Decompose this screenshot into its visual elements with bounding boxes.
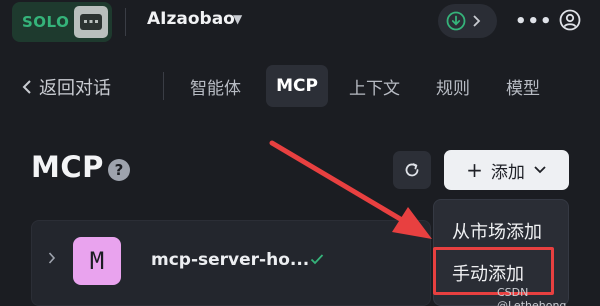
checkmark-icon bbox=[310, 251, 324, 269]
back-to-chat[interactable]: 返回对话 bbox=[21, 74, 111, 100]
page-title: MCP bbox=[31, 150, 104, 184]
chevron-right-icon[interactable] bbox=[48, 251, 56, 269]
refresh-icon bbox=[405, 163, 419, 177]
download-circle-icon bbox=[446, 11, 466, 31]
help-icon[interactable]: ? bbox=[108, 159, 130, 181]
solo-label: SOLO bbox=[22, 13, 70, 31]
more-horizontal-icon[interactable]: ••• bbox=[515, 11, 553, 32]
refresh-button[interactable] bbox=[393, 151, 431, 189]
robot-chat-icon bbox=[74, 6, 108, 38]
solo-badge[interactable]: SOLO bbox=[12, 2, 112, 42]
plus-icon: + bbox=[466, 158, 483, 182]
server-name: mcp-server-ho... bbox=[151, 250, 310, 270]
topbar-divider bbox=[125, 8, 126, 36]
menu-item-add-from-market[interactable]: 从市场添加 bbox=[452, 218, 542, 244]
nav-divider bbox=[163, 72, 164, 100]
chevron-right-icon bbox=[473, 15, 481, 27]
add-label: 添加 bbox=[490, 162, 525, 183]
back-label: 返回对话 bbox=[39, 78, 111, 99]
tab-mcp[interactable]: MCP bbox=[266, 65, 328, 107]
watermark: CSDN @Lethehong bbox=[497, 286, 567, 306]
tab-context[interactable]: 上下文 bbox=[349, 65, 400, 107]
add-button[interactable]: + 添加 bbox=[444, 150, 569, 190]
chevron-left-icon bbox=[22, 80, 31, 94]
tab-models[interactable]: 模型 bbox=[506, 65, 540, 107]
server-avatar: M bbox=[73, 237, 121, 285]
workspace-name[interactable]: AIzaobao bbox=[147, 9, 235, 29]
tab-agents[interactable]: 智能体 bbox=[190, 65, 241, 107]
chevron-down-icon[interactable]: ▼ bbox=[233, 12, 242, 26]
user-circle-icon[interactable] bbox=[559, 9, 581, 35]
chevron-down-icon bbox=[534, 166, 546, 174]
download-button[interactable] bbox=[438, 4, 497, 38]
tab-rules[interactable]: 规则 bbox=[436, 65, 470, 107]
